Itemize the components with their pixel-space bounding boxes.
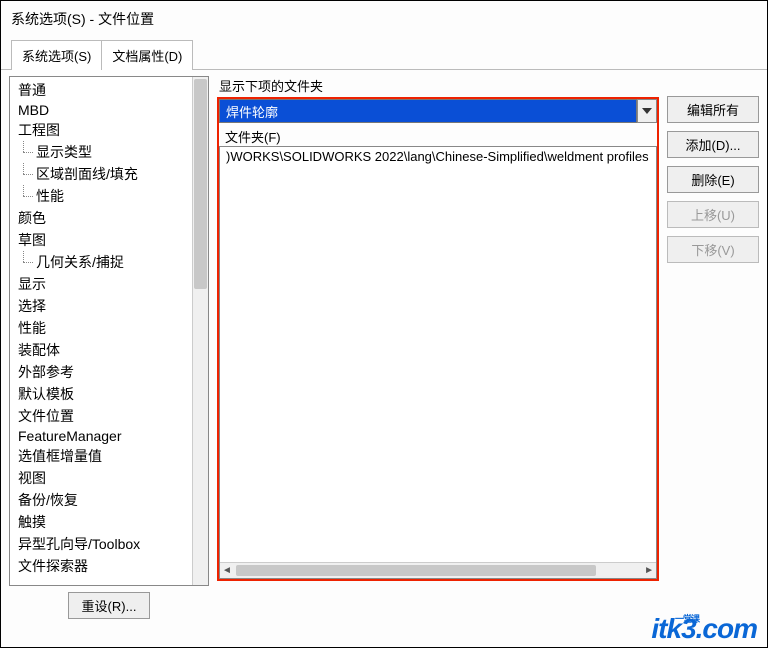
tab-document-properties[interactable]: 文档属性(D) <box>101 40 193 70</box>
watermark-sub: 一堂课 <box>675 615 699 624</box>
dropdown-row: 焊件轮廓 <box>219 99 657 123</box>
chevron-down-icon <box>642 108 652 114</box>
tree-item[interactable]: 几何关系/捕捉 <box>10 251 192 273</box>
delete-button[interactable]: 删除(E) <box>667 166 759 193</box>
tree-item[interactable]: 性能 <box>10 317 192 339</box>
move-down-button[interactable]: 下移(V) <box>667 236 759 263</box>
tab-row: 系统选项(S) 文档属性(D) <box>1 37 767 70</box>
tree-item[interactable]: 异型孔向导/Toolbox <box>10 533 192 555</box>
scroll-left-icon[interactable]: ◄ <box>222 565 232 576</box>
highlight-box: 焊件轮廓 文件夹(F) )WORKS\SOLIDWORKS 2022\lang\… <box>217 97 659 581</box>
tree-item[interactable]: 显示 <box>10 273 192 295</box>
tree-item[interactable]: 草图 <box>10 229 192 251</box>
reset-row: 重设(R)... <box>9 586 209 619</box>
folder-type-dropdown[interactable]: 焊件轮廓 <box>219 99 637 123</box>
tree-item[interactable]: 默认模板 <box>10 383 192 405</box>
show-folder-label: 显示下项的文件夹 <box>217 76 659 97</box>
add-button[interactable]: 添加(D)... <box>667 131 759 158</box>
folder-list[interactable]: )WORKS\SOLIDWORKS 2022\lang\Chinese-Simp… <box>219 146 657 579</box>
left-column: 普通MBD工程图显示类型区域剖面线/填充性能颜色草图几何关系/捕捉显示选择性能装… <box>9 76 209 619</box>
tree-item[interactable]: 工程图 <box>10 119 192 141</box>
edit-all-button[interactable]: 编辑所有 <box>667 96 759 123</box>
tree-item[interactable]: 性能 <box>10 185 192 207</box>
tree-item[interactable]: 普通 <box>10 79 192 101</box>
tree-list[interactable]: 普通MBD工程图显示类型区域剖面线/填充性能颜色草图几何关系/捕捉显示选择性能装… <box>10 77 192 585</box>
tree-item[interactable]: 文件探索器 <box>10 555 192 577</box>
dropdown-arrow-button[interactable] <box>637 99 657 123</box>
tree-item[interactable]: 颜色 <box>10 207 192 229</box>
tree-item[interactable]: 显示类型 <box>10 141 192 163</box>
tree-item[interactable]: FeatureManager <box>10 427 192 445</box>
middle-column: 显示下项的文件夹 焊件轮廓 文件夹(F) )WORKS\SOLIDWORKS 2… <box>217 76 659 619</box>
reset-button[interactable]: 重设(R)... <box>68 592 150 619</box>
content-area: 普通MBD工程图显示类型区域剖面线/填充性能颜色草图几何关系/捕捉显示选择性能装… <box>1 70 767 625</box>
tree-item[interactable]: 触摸 <box>10 511 192 533</box>
tree-item[interactable]: 备份/恢复 <box>10 489 192 511</box>
dialog-title: 系统选项(S) - 文件位置 <box>1 1 767 37</box>
tree-item[interactable]: 选值框增量值 <box>10 445 192 467</box>
folder-path-item[interactable]: )WORKS\SOLIDWORKS 2022\lang\Chinese-Simp… <box>220 147 656 166</box>
tree-item[interactable]: 选择 <box>10 295 192 317</box>
tree-item[interactable]: 视图 <box>10 467 192 489</box>
watermark: itk3.com 一堂课 <box>651 613 757 645</box>
tree-item[interactable]: 装配体 <box>10 339 192 361</box>
folder-hscrollbar[interactable]: ◄ ► <box>220 562 656 578</box>
move-up-button[interactable]: 上移(U) <box>667 201 759 228</box>
tree-item[interactable]: MBD <box>10 101 192 119</box>
hscroll-thumb[interactable] <box>236 565 596 576</box>
tab-system-options[interactable]: 系统选项(S) <box>11 40 102 70</box>
scroll-thumb[interactable] <box>194 79 207 289</box>
watermark-suffix: .com <box>696 613 757 644</box>
options-dialog: 系统选项(S) - 文件位置 系统选项(S) 文档属性(D) 普通MBD工程图显… <box>0 0 768 648</box>
tree-scrollbar[interactable] <box>192 77 208 585</box>
folder-label: 文件夹(F) <box>219 123 657 146</box>
scroll-right-icon[interactable]: ► <box>644 565 654 576</box>
right-button-column: 编辑所有 添加(D)... 删除(E) 上移(U) 下移(V) <box>667 76 759 619</box>
dropdown-value: 焊件轮廓 <box>226 102 278 121</box>
category-tree: 普通MBD工程图显示类型区域剖面线/填充性能颜色草图几何关系/捕捉显示选择性能装… <box>9 76 209 586</box>
tree-item[interactable]: 区域剖面线/填充 <box>10 163 192 185</box>
tree-item[interactable]: 文件位置 <box>10 405 192 427</box>
tree-item[interactable]: 外部参考 <box>10 361 192 383</box>
